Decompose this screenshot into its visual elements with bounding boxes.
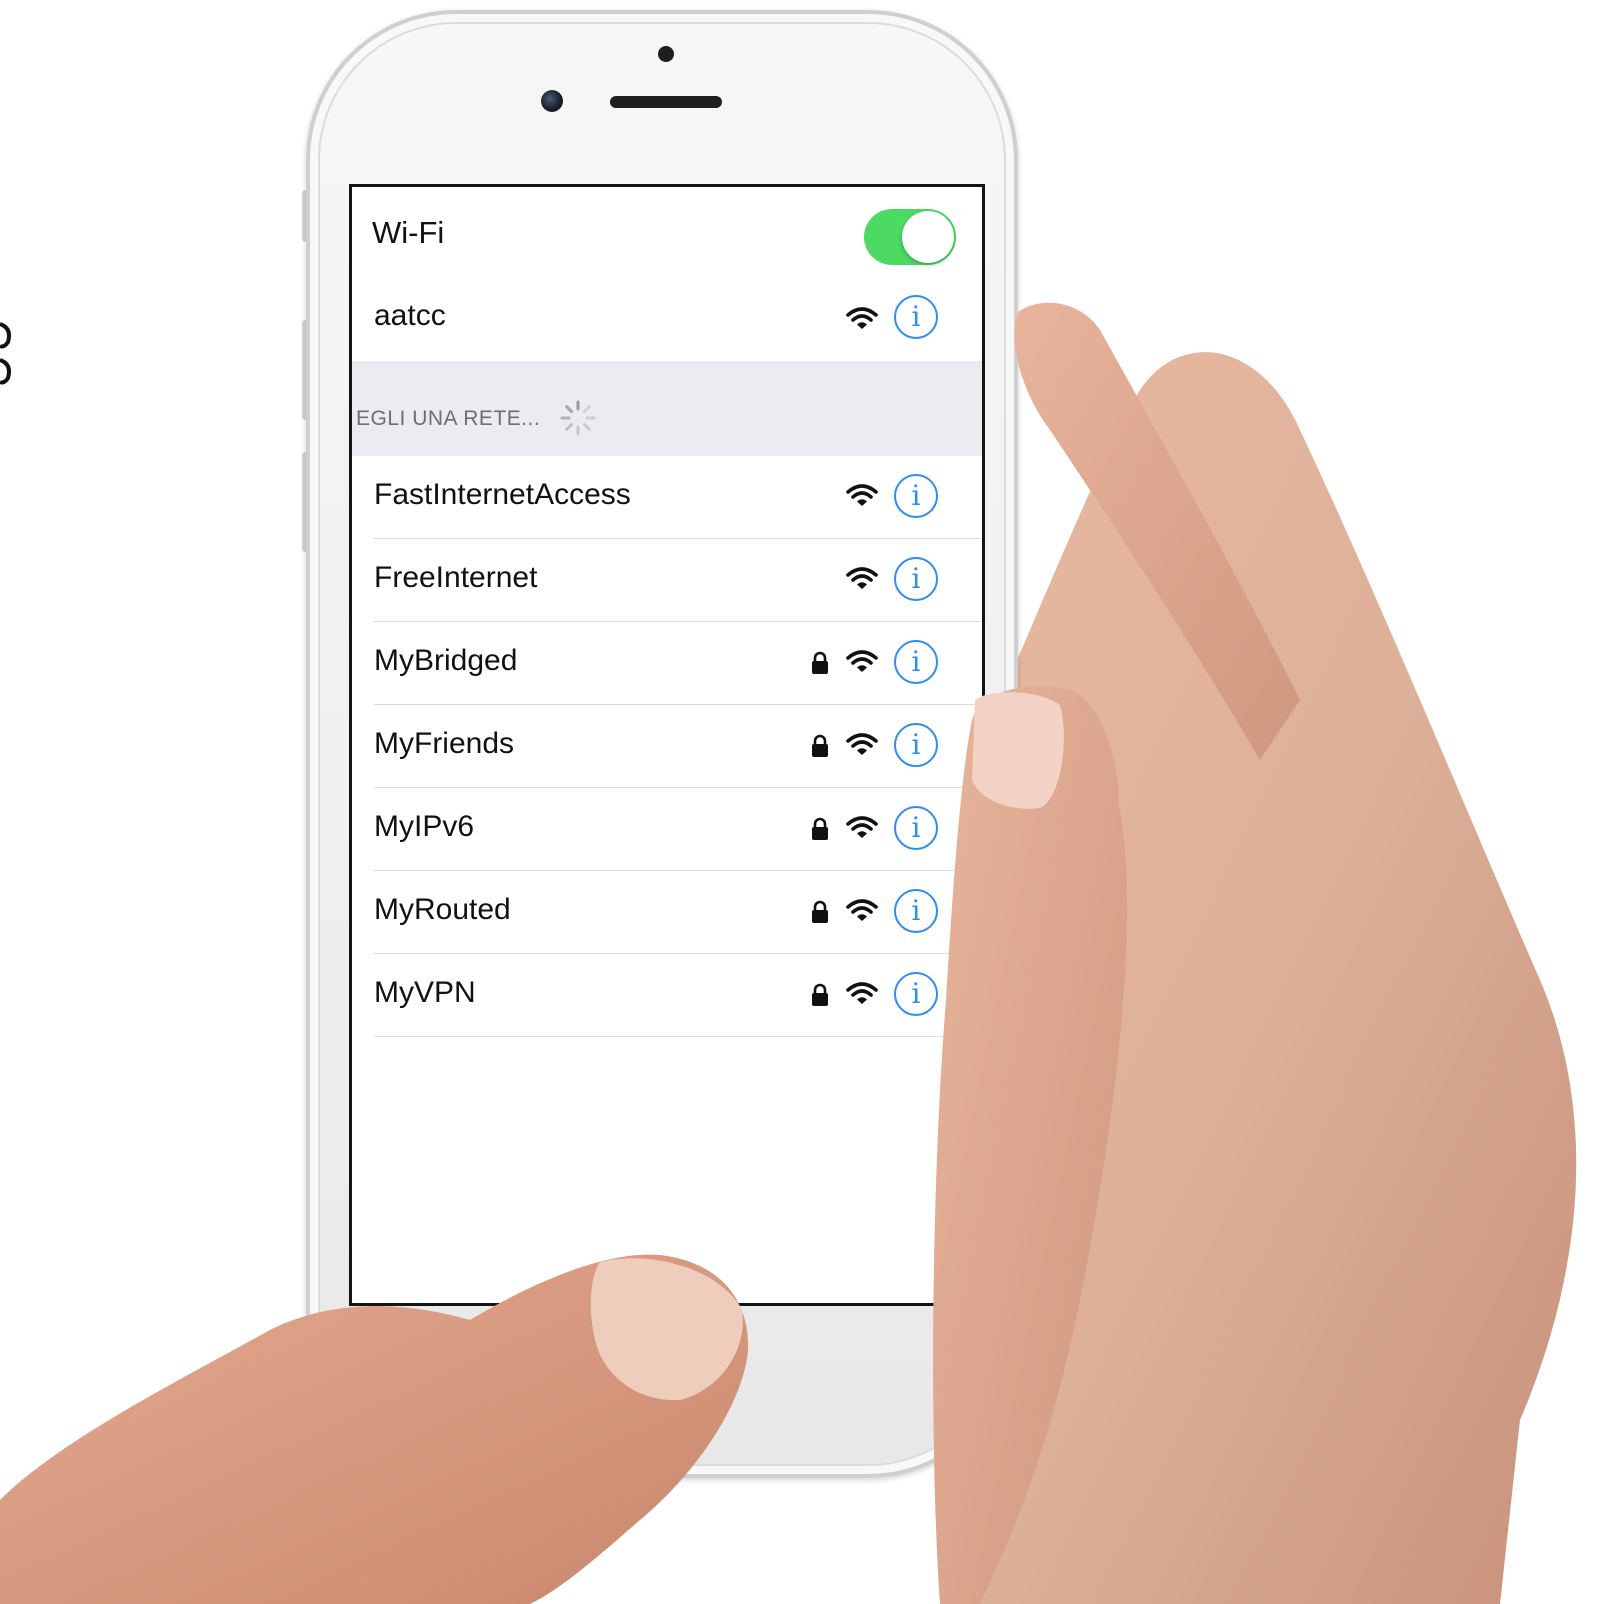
lock-icon — [812, 900, 828, 923]
list-item[interactable]: MyRouted i — [352, 871, 982, 954]
wifi-signal-icon — [846, 307, 878, 329]
proximity-sensor — [658, 46, 674, 62]
wifi-label: Wi-Fi — [372, 215, 445, 250]
loading-spinner-icon — [560, 400, 596, 436]
list-item[interactable]: FastInternetAccess i — [352, 456, 982, 539]
wifi-toggle[interactable] — [864, 209, 956, 265]
earpiece-speaker — [610, 96, 722, 108]
wifi-signal-icon — [846, 650, 878, 672]
list-item[interactable]: MyBridged i — [352, 622, 982, 705]
wifi-signal-icon — [846, 567, 878, 589]
network-name: MyIPv6 — [374, 810, 475, 843]
toggle-knob — [902, 211, 954, 263]
edge-mark — [0, 322, 11, 385]
info-circle-icon[interactable]: i — [894, 640, 938, 684]
lock-icon — [812, 734, 828, 757]
section-header-label: EGLI UNA RETE... — [356, 407, 541, 430]
home-button[interactable] — [596, 1322, 722, 1448]
current-network-name: aatcc — [374, 299, 446, 332]
list-item[interactable]: FreeInternet i — [352, 539, 982, 622]
network-name: MyVPN — [374, 976, 476, 1009]
info-circle-icon[interactable]: i — [894, 723, 938, 767]
lock-icon — [812, 983, 828, 1006]
wifi-signal-icon — [846, 816, 878, 838]
wifi-signal-icon — [846, 484, 878, 506]
network-name: MyRouted — [374, 893, 511, 926]
info-circle-icon[interactable]: i — [894, 295, 938, 339]
info-circle-icon[interactable]: i — [894, 806, 938, 850]
list-item[interactable]: MyIPv6 i — [352, 788, 982, 871]
front-camera-icon — [541, 90, 563, 112]
wifi-signal-icon — [846, 982, 878, 1004]
current-network-row[interactable]: aatcc i — [352, 279, 982, 362]
info-circle-icon[interactable]: i — [894, 474, 938, 518]
wifi-signal-icon — [846, 733, 878, 755]
info-circle-icon[interactable]: i — [894, 972, 938, 1016]
network-name: FreeInternet — [374, 561, 538, 594]
network-name: MyBridged — [374, 644, 518, 677]
wifi-signal-icon — [846, 899, 878, 921]
network-name: MyFriends — [374, 727, 515, 760]
lock-icon — [812, 651, 828, 674]
info-circle-icon[interactable]: i — [894, 557, 938, 601]
info-circle-icon[interactable]: i — [894, 889, 938, 933]
lock-icon — [812, 817, 828, 840]
network-name: FastInternetAccess — [374, 478, 631, 511]
phone-screen: Wi-Fi aatcc i EGLI UNA RETE... FastInter… — [349, 184, 985, 1306]
wifi-toggle-row: Wi-Fi — [352, 187, 982, 280]
network-list: FastInternetAccess i FreeInternet i MyBr… — [352, 456, 982, 1037]
list-item[interactable]: MyVPN i — [352, 954, 982, 1037]
list-item[interactable]: MyFriends i — [352, 705, 982, 788]
choose-network-section-header: EGLI UNA RETE... — [352, 361, 982, 456]
